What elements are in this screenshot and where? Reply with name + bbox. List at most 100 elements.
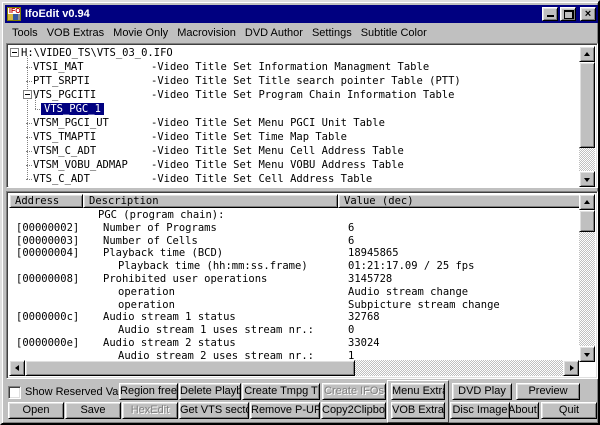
tree-item-vts-c-adt[interactable]: VTS_C_ADT -Video Title Set Cell Address T…	[9, 172, 581, 186]
tree-item-label: VTSM_VOBU_ADMAP	[26, 159, 128, 171]
tree-item-h-video-ts-vts-03-0-ifo[interactable]: H:\VIDEO_TS\VTS_03_0.IFO	[9, 46, 581, 60]
cell-description: Audio stream 2 status	[103, 336, 236, 349]
table-header: Address Description Value (dec)	[9, 194, 581, 208]
show-reserved-values-checkbox[interactable]	[8, 386, 21, 399]
cell-value: 3145728	[348, 272, 393, 285]
scroll-left-button[interactable]	[9, 360, 25, 376]
window-title: IfoEdit v0.94	[25, 8, 90, 20]
arrow-down-icon	[584, 178, 590, 182]
tree-item-vtsm-c-adt[interactable]: VTSM_C_ADT -Video Title Set Menu Cell Add…	[9, 144, 581, 158]
tree-item-label: VTS_PGC_1	[35, 103, 104, 115]
menu-item-subtitle-color[interactable]: Subtitle Color	[361, 27, 427, 39]
region-free-button[interactable]: Region free	[119, 383, 178, 400]
menu-item-vob-extras[interactable]: VOB Extras	[47, 27, 104, 39]
menu-item-tools[interactable]: Tools	[12, 27, 38, 39]
tree-item-label: H:\VIDEO_TS\VTS_03_0.IFO	[21, 47, 173, 59]
close-button[interactable]: ×	[580, 7, 596, 21]
restore-icon	[564, 10, 574, 19]
table-row[interactable]: Audio stream 1 uses stream nr.: 0	[9, 324, 581, 337]
app-icon-pixel	[18, 14, 20, 20]
scroll-down-button[interactable]	[579, 346, 595, 362]
disc-image-button[interactable]: Disc Image	[450, 402, 510, 419]
tree-item-description: -Video Title Set Cell Address Table	[151, 173, 373, 185]
cell-description: operation	[118, 285, 175, 298]
table-row[interactable]: [0000000e] Audio stream 2 status 33024	[9, 337, 581, 350]
menu-item-settings[interactable]: Settings	[312, 27, 352, 39]
cell-address	[9, 324, 83, 337]
copy2clipboard-button[interactable]: Copy2Clipboar	[321, 402, 386, 419]
table-vertical-scrollbar[interactable]	[579, 194, 595, 362]
cell-value: Audio stream change	[348, 285, 469, 298]
cell-description: Audio stream 1 uses stream nr.:	[118, 324, 314, 337]
table-row[interactable]: [00000004] Playback time (BCD) 18945865	[9, 247, 581, 260]
scroll-up-button[interactable]	[579, 46, 595, 62]
pgc-details-panel: Address Description Value (dec) PGC (pro…	[6, 191, 598, 379]
cell-address	[9, 209, 83, 222]
column-header-value[interactable]: Value (dec)	[338, 194, 581, 208]
cell-value	[338, 209, 581, 222]
cell-value: Subpicture stream change	[348, 298, 500, 311]
scrollbar-thumb[interactable]	[579, 62, 595, 148]
tree-item-vts-pgciti[interactable]: VTS_PGCITI -Video Title Set Program Chain…	[9, 88, 581, 102]
tree-item-vtsm-vobu-admap[interactable]: VTSM_VOBU_ADMAP -Video Title Set Menu VOB…	[9, 158, 581, 172]
table-row[interactable]: [00000008] Prohibited user operations 3145…	[9, 273, 581, 286]
tree-item-vtsi-mat[interactable]: VTSI_MAT -Video Title Set Information Man…	[9, 60, 581, 74]
table-row[interactable]: [00000002] Number of Programs 6	[9, 222, 581, 235]
menu-extras-button[interactable]: Menu Extras	[391, 383, 445, 400]
arrow-left-icon	[15, 365, 19, 371]
tree-vertical-scrollbar[interactable]	[579, 46, 595, 187]
minimize-icon	[547, 15, 554, 17]
table-row[interactable]: [00000003] Number of Cells 6	[9, 235, 581, 248]
scroll-right-button[interactable]	[563, 360, 579, 376]
scroll-down-button[interactable]	[579, 171, 595, 187]
minimize-button[interactable]	[542, 7, 558, 21]
get-vts-sector-button[interactable]: Get VTS sector	[179, 402, 249, 419]
tree-item-description: -Video Title Set Menu Cell Address Table	[151, 145, 404, 157]
column-header-address[interactable]: Address	[9, 194, 83, 208]
scrollbar-thumb[interactable]	[25, 360, 355, 376]
tree-item-vtsm-pgci-ut[interactable]: VTSM_PGCI_UT -Video Title Set Menu PGCI U…	[9, 116, 581, 130]
ifo-structure-tree-panel: H:\VIDEO_TS\VTS_03_0.IFO VTSI_MAT -Video T…	[6, 43, 598, 188]
open-button[interactable]: Open	[8, 402, 64, 419]
restore-button[interactable]	[560, 7, 576, 21]
save-button[interactable]: Save	[65, 402, 121, 419]
scrollbar-thumb[interactable]	[579, 210, 595, 232]
cell-value: 0	[348, 324, 355, 337]
menu-bar: Tools VOB Extras Movie Only Macrovision DVD …	[5, 24, 598, 42]
table-row[interactable]: operation Subpicture stream change	[9, 299, 581, 312]
cell-address	[9, 260, 83, 273]
tree-item-description: -Video Title Set Menu PGCI Unit Table	[151, 117, 385, 129]
collapse-minus-icon[interactable]	[23, 90, 32, 99]
remove-pups-button[interactable]: Remove P-UPs	[250, 402, 320, 419]
table-row[interactable]: PGC (program chain):	[9, 209, 581, 222]
app-window: IFO IfoEdit v0.94 × Tools VOB Extras Movie…	[0, 0, 600, 425]
quit-button[interactable]: Quit	[541, 402, 597, 419]
tree-item-vts-pgc-1[interactable]: VTS_PGC_1	[9, 102, 581, 116]
dvd-play-button[interactable]: DVD Play	[452, 383, 512, 400]
scroll-up-button[interactable]	[579, 194, 595, 210]
menu-item-movie-only[interactable]: Movie Only	[113, 27, 168, 39]
create-tmpg-button[interactable]: Create Tmpg T	[242, 383, 320, 400]
arrow-up-icon	[584, 200, 590, 204]
menu-item-dvd-author[interactable]: DVD Author	[245, 27, 303, 39]
delete-playback-button[interactable]: Delete Playbac	[179, 383, 241, 400]
menu-item-macrovision[interactable]: Macrovision	[177, 27, 236, 39]
collapse-minus-icon[interactable]	[10, 48, 19, 57]
cell-value: 32768	[348, 311, 380, 324]
tree-item-vts-tmapti[interactable]: VTS_TMAPTI -Video Title Set Time Map Tabl…	[9, 130, 581, 144]
preview-button[interactable]: Preview	[516, 383, 580, 400]
tree-item-label: VTSM_PGCI_UT	[26, 117, 109, 129]
tree-item-description: -Video Title Set Program Chain Informati…	[151, 89, 455, 101]
table-row[interactable]: [0000000c] Audio stream 1 status 32768	[9, 311, 581, 324]
tree-guide-line	[27, 56, 28, 179]
table-horizontal-scrollbar[interactable]	[9, 360, 579, 376]
cell-description: Playback time (BCD)	[103, 247, 224, 260]
column-header-description[interactable]: Description	[83, 194, 338, 208]
vob-extras-button[interactable]: VOB Extras	[391, 402, 445, 419]
table-row[interactable]: Playback time (hh:mm:ss.frame) 01:21:17.0…	[9, 260, 581, 273]
app-icon: IFO	[7, 7, 21, 21]
tree-item-ptt-srpti[interactable]: PTT_SRPTI -Video Title Set Title search p…	[9, 74, 581, 88]
table-body: PGC (program chain): [00000002] Number of …	[9, 209, 581, 362]
create-ifos-button: Create IFOs	[322, 383, 386, 400]
table-row[interactable]: operation Audio stream change	[9, 286, 581, 299]
